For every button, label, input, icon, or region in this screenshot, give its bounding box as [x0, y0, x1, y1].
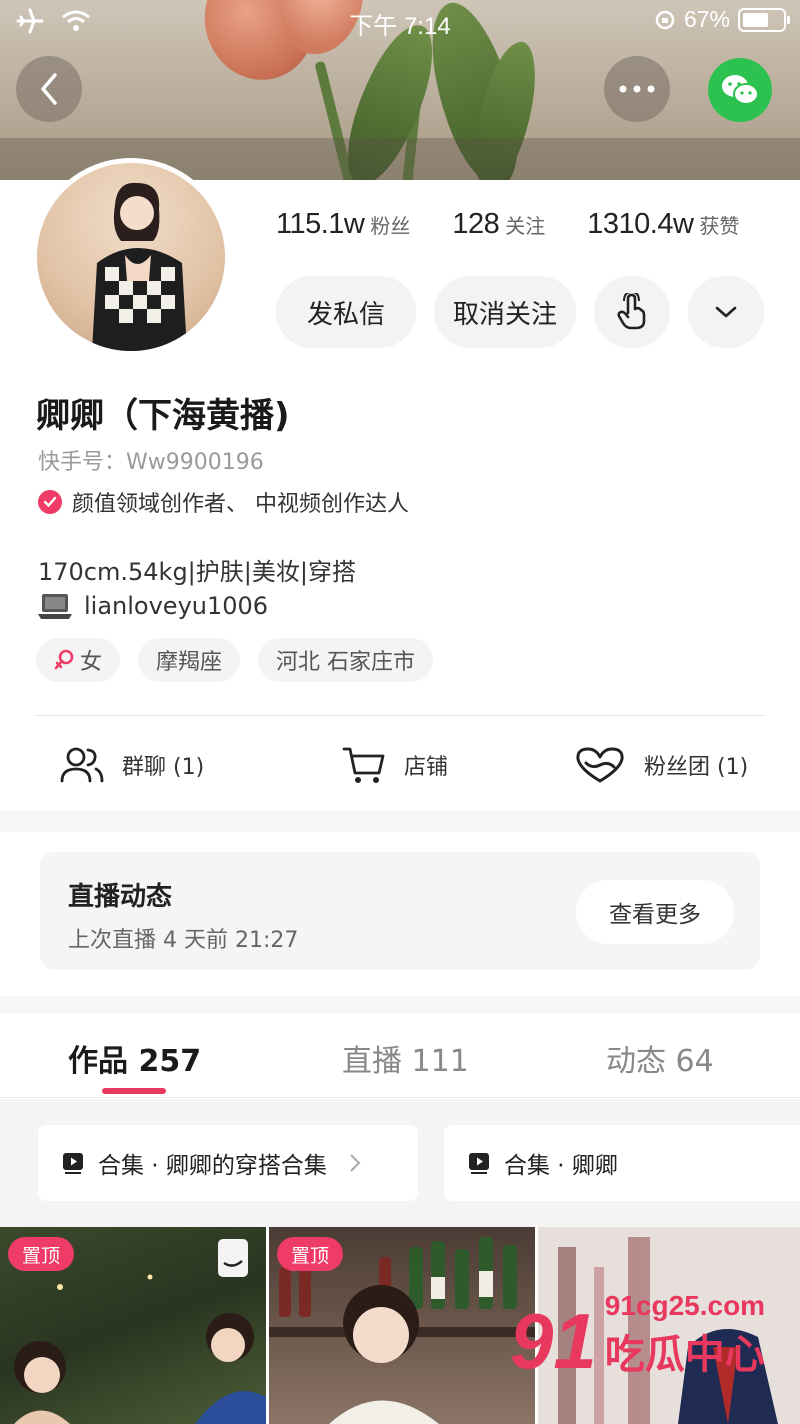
shop-label: 店铺	[404, 755, 449, 780]
cart-icon	[342, 747, 385, 783]
divider	[36, 715, 764, 716]
live-title: 直播动态	[68, 882, 173, 912]
fan-club-label: 粉丝团 (1)	[644, 755, 749, 780]
watermark-site: 91cg25.com	[604, 1290, 766, 1321]
tag-gender: 女	[36, 638, 121, 682]
tag-location-label: 河北 石家庄市	[276, 650, 416, 675]
tab-live[interactable]: 直播 111	[342, 1036, 469, 1080]
more-button[interactable]	[604, 56, 670, 122]
unfollow-button[interactable]: 取消关注	[434, 276, 576, 348]
back-button[interactable]	[16, 56, 82, 122]
avatar-image	[37, 163, 225, 351]
female-icon	[54, 649, 74, 670]
poke-button[interactable]	[594, 276, 670, 348]
heart-icon	[576, 747, 624, 783]
section-gap	[0, 996, 800, 1014]
contact-text: lianloveyu1006	[84, 592, 269, 620]
content-tabs: 作品 257 直播 111 动态 64	[0, 1014, 800, 1098]
watermark-name: 吃瓜中心	[604, 1332, 765, 1378]
chevron-down-icon	[715, 306, 737, 318]
likes-stat[interactable]: 1310.4w 获赞	[587, 208, 739, 241]
tag-gender-label: 女	[80, 650, 103, 675]
expand-recommend-button[interactable]	[688, 276, 764, 348]
live-panel[interactable]: 直播动态 上次直播 4 天前 21:27 查看更多	[40, 852, 760, 970]
verified-check-icon	[38, 490, 62, 514]
avatar[interactable]	[32, 158, 230, 356]
likes-label: 获赞	[699, 214, 740, 238]
video-thumbnail[interactable]: 置顶	[0, 1227, 266, 1424]
tab-works[interactable]: 作品 257	[68, 1036, 201, 1080]
followers-count: 115.1w	[276, 208, 365, 240]
likes-count: 1310.4w	[587, 208, 694, 240]
collection-card[interactable]: 合集 · 卿卿	[444, 1125, 800, 1201]
collection-label: 合集 · 卿卿	[504, 1153, 618, 1179]
following-label: 关注	[505, 214, 546, 238]
wechat-icon	[722, 75, 759, 105]
play-collection-icon	[63, 1153, 83, 1174]
fan-club-link[interactable]: 粉丝团 (1)	[574, 738, 748, 792]
creator-certification[interactable]: 颜值领域创作者、 中视频创作达人	[38, 486, 409, 518]
kuaishou-id[interactable]: 快手号：Ww9900196	[38, 444, 264, 476]
profile-tags: 女 摩羯座 河北 石家庄市	[36, 638, 434, 682]
users-icon	[60, 747, 104, 783]
pinned-badge: 置顶	[277, 1237, 344, 1271]
group-chat-link[interactable]: 群聊 (1)	[60, 738, 204, 792]
live-subtitle: 上次直播 4 天前 21:27	[68, 928, 299, 953]
status-bar: 下午 7:14 67%	[0, 0, 800, 44]
shop-link[interactable]: 店铺	[342, 738, 448, 792]
video-thumbnail[interactable]: 置顶	[269, 1227, 535, 1424]
group-chat-label: 群聊 (1)	[122, 755, 205, 780]
chevron-left-icon	[41, 73, 57, 105]
following-stat[interactable]: 128 关注	[452, 208, 545, 241]
wechat-share-button[interactable]	[708, 58, 772, 122]
live-section: 直播动态 上次直播 4 天前 21:27 查看更多	[0, 832, 800, 996]
profile-stats: 115.1w 粉丝 128 关注 1310.4w 获赞	[276, 208, 739, 241]
pinned-badge: 置顶	[8, 1237, 75, 1271]
collection-label: 合集 · 卿卿的穿搭合集	[98, 1153, 327, 1179]
battery-percent: 67%	[683, 6, 730, 32]
profile-actions: 发私信 取消关注	[276, 276, 764, 348]
more-dots-icon	[619, 85, 655, 93]
battery-icon	[738, 7, 790, 32]
status-right: 67%	[654, 6, 790, 33]
see-more-button[interactable]: 查看更多	[576, 880, 734, 944]
tag-zodiac: 摩羯座	[138, 638, 241, 682]
followers-stat[interactable]: 115.1w 粉丝	[276, 208, 410, 241]
profile-card: 115.1w 粉丝 128 关注 1310.4w 获赞 发私信 取消关注 卿卿（…	[0, 158, 800, 810]
tag-zodiac-label: 摩羯座	[156, 650, 223, 675]
chevron-right-icon	[350, 1154, 361, 1172]
hand-tap-icon	[617, 293, 646, 330]
play-collection-icon	[469, 1153, 489, 1174]
watermark-text: 91cg25.com 吃瓜中心	[605, 1290, 765, 1380]
laptop-icon	[38, 594, 72, 619]
collection-card[interactable]: 合集 · 卿卿的穿搭合集	[38, 1125, 418, 1201]
avatar-illustration	[92, 182, 187, 351]
collections-row: 合集 · 卿卿的穿搭合集 合集 · 卿卿	[0, 1099, 800, 1227]
followers-label: 粉丝	[370, 214, 411, 238]
profile-contact: lianloveyu1006	[38, 592, 268, 620]
profile-nickname: 卿卿（下海黄播)	[36, 396, 290, 436]
section-gap	[0, 810, 800, 832]
rotation-lock-icon	[655, 10, 675, 29]
watermark-logo: 91	[510, 1297, 597, 1385]
watermark: 91 91cg25.com 吃瓜中心	[510, 1290, 765, 1380]
tag-location: 河北 石家庄市	[258, 638, 434, 682]
following-count: 128	[452, 208, 500, 240]
send-message-button[interactable]: 发私信	[276, 276, 416, 348]
tab-moments[interactable]: 动态 64	[606, 1036, 714, 1080]
tab-indicator	[102, 1088, 166, 1094]
certification-text: 颜值领域创作者、 中视频创作达人	[72, 492, 409, 517]
profile-bio: 170cm.54kg|护肤|美妆|穿搭	[38, 558, 356, 586]
quick-links: 群聊 (1) 店铺 粉丝团 (1)	[0, 738, 800, 792]
